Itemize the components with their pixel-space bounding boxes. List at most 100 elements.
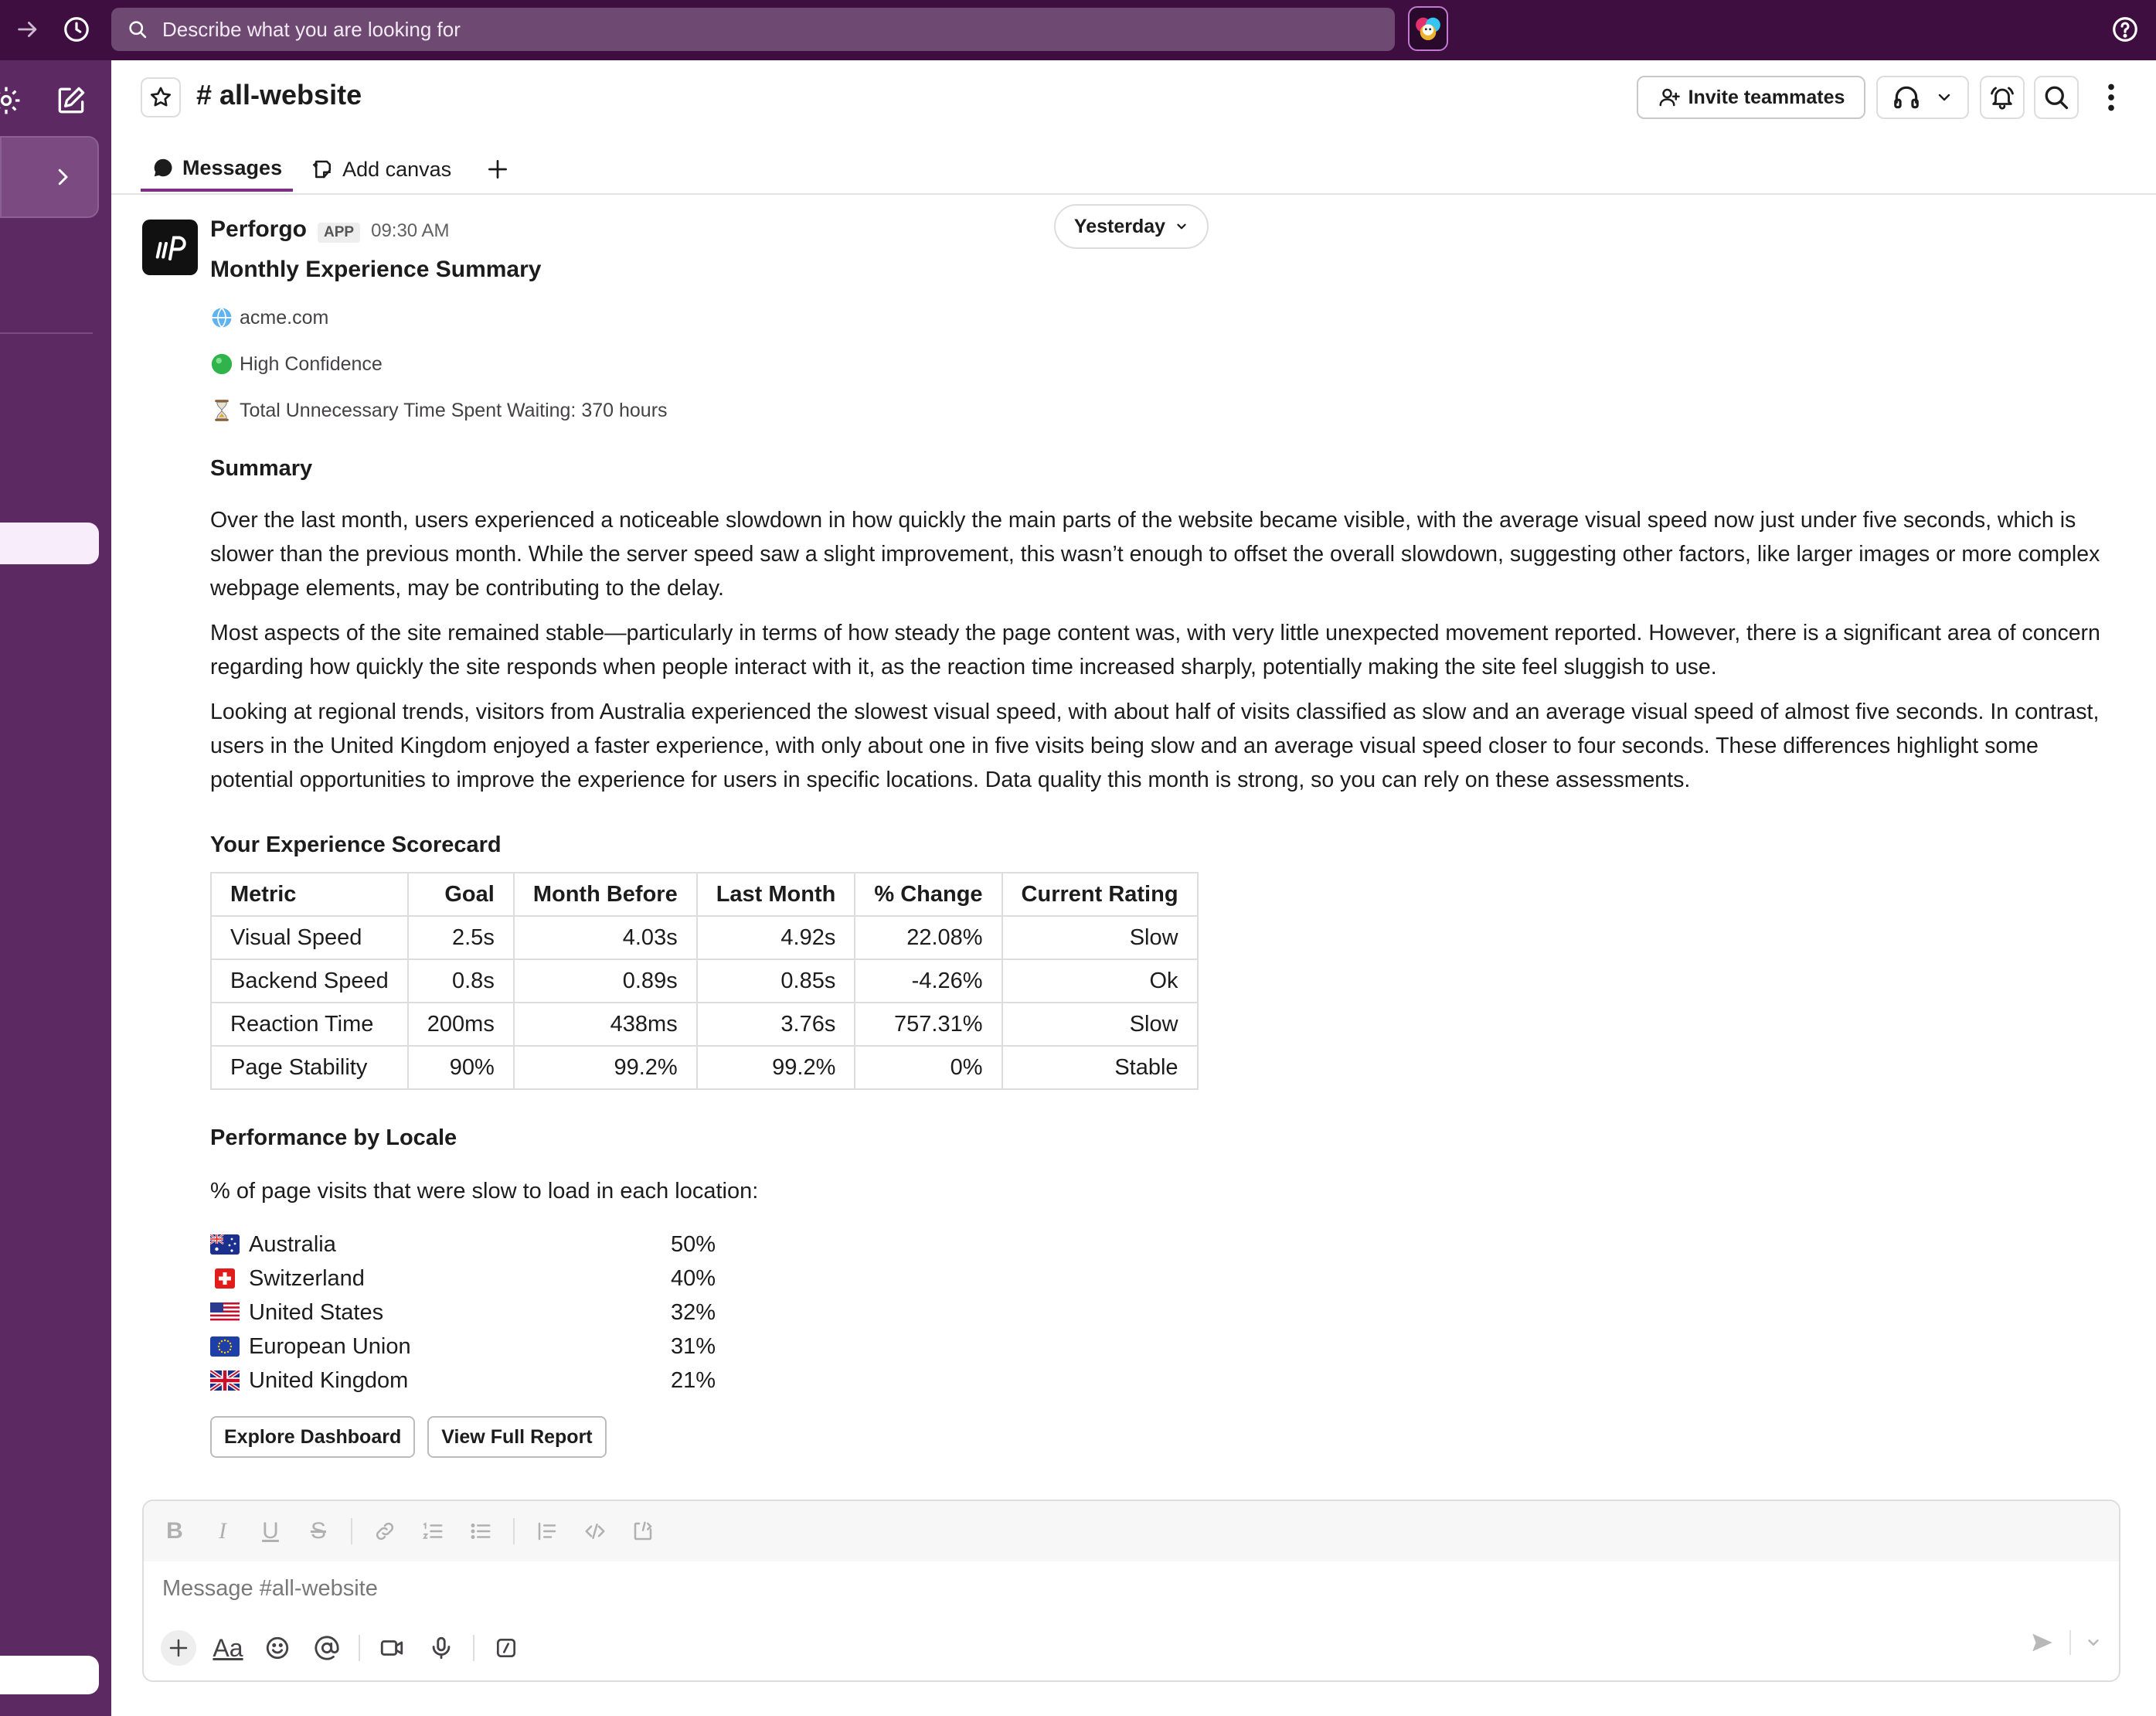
tab-add-canvas[interactable]: Add canvas xyxy=(293,147,462,192)
column-header: Goal xyxy=(406,872,515,917)
channel-title[interactable]: # all-website xyxy=(196,79,362,111)
waiting-text: Total Unnecessary Time Spent Waiting: 37… xyxy=(240,399,668,421)
microphone-icon[interactable] xyxy=(423,1630,459,1666)
chevron-down-icon[interactable] xyxy=(2085,1634,2102,1651)
list-item: Australia 50% xyxy=(210,1227,2119,1261)
formatting-toolbar: B I U S xyxy=(144,1501,2119,1561)
ordered-list-icon[interactable] xyxy=(417,1516,448,1547)
expand-sidebar-button[interactable] xyxy=(0,136,99,218)
add-tab-button[interactable] xyxy=(462,147,521,192)
list-item: United Kingdom 21% xyxy=(210,1364,2119,1398)
strikethrough-icon[interactable]: S xyxy=(303,1516,334,1547)
meta-confidence: High Confidence xyxy=(210,352,2119,376)
channel-header: # all-website Invite teammates Messages … xyxy=(111,60,2156,195)
list-item: European Union 31% xyxy=(210,1330,2119,1364)
table-row: Page Stability 90% 99.2% 99.2% 0% Stable xyxy=(210,1045,1199,1090)
search-bar[interactable]: Describe what you are looking for xyxy=(111,8,1395,51)
help-icon[interactable] xyxy=(2108,12,2142,46)
tab-messages[interactable]: Messages xyxy=(141,147,294,192)
list-item: Switzerland 40% xyxy=(210,1261,2119,1296)
flag-united-kingdom-icon xyxy=(210,1370,240,1391)
sidebar-active-item[interactable] xyxy=(0,523,99,564)
add-user-icon xyxy=(1659,88,1680,107)
table-cell: Stable xyxy=(1001,1045,1199,1090)
table-header-row: Metric Goal Month Before Last Month % Ch… xyxy=(210,872,1199,917)
locale-name: Australia xyxy=(249,1231,336,1257)
message-timestamp[interactable]: 09:30 AM xyxy=(371,220,449,242)
column-header: Month Before xyxy=(512,872,698,917)
message-input[interactable]: Message #all-website xyxy=(144,1561,2119,1616)
link-icon[interactable] xyxy=(369,1516,400,1547)
green-circle-icon xyxy=(210,352,233,376)
tab-messages-label: Messages xyxy=(182,155,283,179)
message-bubble-icon xyxy=(154,158,172,177)
message-composer: B I U S Message #all-website Aa xyxy=(142,1500,2120,1682)
toolbar-divider xyxy=(473,1635,474,1661)
table-row: Visual Speed 2.5s 4.03s 4.92s 22.08% Slo… xyxy=(210,915,1199,960)
blockquote-icon[interactable] xyxy=(532,1516,563,1547)
star-channel-button[interactable] xyxy=(141,77,181,117)
invite-teammates-button[interactable]: Invite teammates xyxy=(1637,76,1865,119)
sender-name[interactable]: Perforgo xyxy=(210,216,307,243)
bold-icon[interactable]: B xyxy=(159,1516,190,1547)
table-cell: 0.89s xyxy=(512,958,698,1003)
star-icon xyxy=(150,87,172,107)
underline-icon[interactable]: U xyxy=(255,1516,286,1547)
message-actions: Explore Dashboard View Full Report xyxy=(210,1416,2119,1458)
flag-united-states-icon xyxy=(210,1302,240,1323)
invite-label: Invite teammates xyxy=(1688,86,1845,108)
code-icon[interactable] xyxy=(580,1516,610,1547)
emoji-icon[interactable] xyxy=(260,1630,295,1666)
huddle-button[interactable] xyxy=(1876,76,1969,119)
bulleted-list-icon[interactable] xyxy=(465,1516,496,1547)
explore-dashboard-button[interactable]: Explore Dashboard xyxy=(210,1416,416,1458)
chevron-down-icon xyxy=(1938,94,1950,101)
channel-search-button[interactable] xyxy=(2034,76,2079,119)
search-placeholder: Describe what you are looking for xyxy=(162,17,461,41)
table-cell: 99.2% xyxy=(512,1045,698,1090)
table-cell: 3.76s xyxy=(695,1002,856,1047)
column-header: Metric xyxy=(210,872,409,917)
bell-icon xyxy=(1991,87,2014,110)
compose-edit-icon[interactable] xyxy=(54,83,88,117)
code-block-icon[interactable] xyxy=(627,1516,658,1547)
column-header: % Change xyxy=(854,872,1003,917)
table-cell: Reaction Time xyxy=(210,1002,409,1047)
app-badge: APP xyxy=(318,223,361,243)
domain-text: acme.com xyxy=(240,306,329,329)
summary-paragraph: Most aspects of the site remained stable… xyxy=(210,621,2100,679)
table-cell: 99.2% xyxy=(695,1045,856,1090)
forward-arrow-icon[interactable] xyxy=(11,12,45,46)
table-cell: 4.92s xyxy=(695,915,856,960)
table-cell: 757.31% xyxy=(854,1002,1003,1047)
toolbar-divider xyxy=(351,1518,352,1544)
list-item: United States 32% xyxy=(210,1296,2119,1330)
send-icon[interactable] xyxy=(2029,1629,2056,1656)
italic-icon[interactable]: I xyxy=(207,1516,238,1547)
attach-plus-icon[interactable] xyxy=(161,1630,196,1666)
hourglass-icon xyxy=(210,399,233,422)
history-clock-icon[interactable] xyxy=(60,12,94,46)
table-cell: -4.26% xyxy=(854,958,1003,1003)
message: Perforgo APP 09:30 AM Monthly Experience… xyxy=(210,216,2119,1458)
formatting-toggle-button[interactable]: Aa xyxy=(210,1630,246,1666)
more-options-icon[interactable] xyxy=(2090,76,2133,119)
notifications-button[interactable] xyxy=(1980,76,2025,119)
table-cell: Ok xyxy=(1001,958,1199,1003)
send-divider xyxy=(2069,1630,2071,1655)
headphones-icon xyxy=(1894,86,1919,109)
settings-gear-icon[interactable] xyxy=(0,83,23,117)
video-icon[interactable] xyxy=(374,1630,410,1666)
perforgo-avatar[interactable] xyxy=(142,220,198,275)
toolbar-divider xyxy=(513,1518,515,1544)
app-logo-icon[interactable] xyxy=(1408,6,1448,51)
column-header: Last Month xyxy=(695,872,856,917)
slash-command-icon[interactable] xyxy=(488,1630,524,1666)
sidebar-bottom-item[interactable] xyxy=(0,1656,99,1694)
table-cell: 438ms xyxy=(512,1002,698,1047)
mention-icon[interactable] xyxy=(309,1630,345,1666)
view-full-report-button[interactable]: View Full Report xyxy=(427,1416,607,1458)
flag-european-union-icon xyxy=(210,1336,240,1357)
search-icon xyxy=(2045,86,2069,110)
summary-paragraph: Looking at regional trends, visitors fro… xyxy=(210,700,2100,792)
